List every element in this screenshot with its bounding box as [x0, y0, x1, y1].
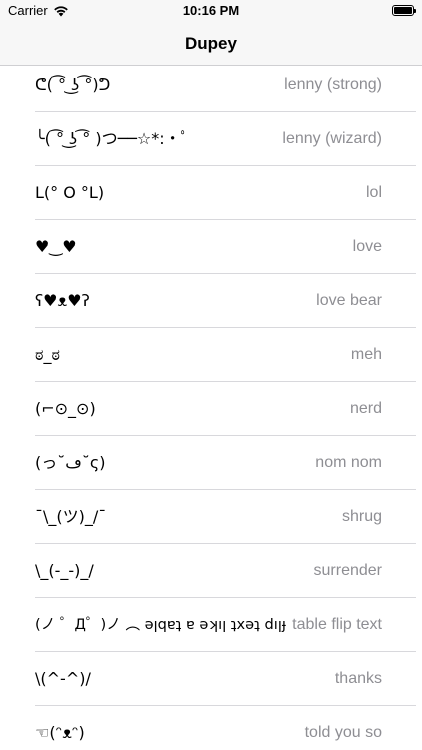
list-item[interactable]: ¯\_(ツ)_/¯ shrug [0, 490, 422, 544]
list-item[interactable]: \(^-^)/ thanks [0, 652, 422, 706]
list-item[interactable]: ♥‿♥ love [0, 220, 422, 274]
list-item[interactable]: ಠ_ಠ meh [0, 328, 422, 382]
clock: 10:16 PM [182, 3, 240, 18]
list-item[interactable]: ☜(ᵔᴥᵔ) told you so [0, 706, 422, 750]
emoticon-text: (っ˘ڡ˘ς) [35, 453, 106, 472]
navigation-bar: Dupey [0, 22, 422, 66]
list-item[interactable]: ╰( ͡° ͜ʖ ͡° )つ──☆*:・ﾟ lenny (wizard) [0, 112, 422, 166]
emoticon-name: table flip text [292, 616, 382, 633]
emoticon-name: surrender [313, 562, 382, 579]
emoticon-list[interactable]: ᕦ( ͡° ͜ʖ ͡°)ᕤ lenny (strong) ╰( ͡° ͜ʖ ͡° )… [0, 66, 422, 750]
list-item[interactable]: (ノ ゜Д゜)ノ ︵ ǝןqɐʇ ɐ ǝʞıן ʇxǝʇ dıןɟ table f… [0, 598, 422, 652]
emoticon-text: ♥‿♥ [35, 237, 77, 256]
emoticon-text: ¯\_(ツ)_/¯ [35, 507, 107, 526]
emoticon-name: nerd [349, 400, 382, 417]
emoticon-name: love bear [316, 292, 382, 309]
emoticon-text: ╰( ͡° ͜ʖ ͡° )つ──☆*:・ﾟ [35, 129, 189, 148]
list-item[interactable]: (⌐⊙_⊙) nerd [0, 382, 422, 436]
page-title: Dupey [185, 34, 237, 53]
emoticon-name: lenny (strong) [284, 76, 382, 93]
emoticon-name: told you so [304, 724, 382, 741]
emoticon-name: lol [365, 184, 382, 201]
emoticon-text: ಠ_ಠ [35, 345, 60, 364]
emoticon-name: meh [350, 346, 382, 363]
status-bar: Carrier 10:16 PM [0, 0, 422, 22]
emoticon-text: (⌐⊙_⊙) [35, 399, 96, 418]
emoticon-name: love [352, 238, 382, 255]
emoticon-name: lenny (wizard) [282, 130, 382, 147]
emoticon-text: \_(-_-)_/ [35, 561, 94, 580]
list-item[interactable]: ʕ♥ᴥ♥ʔ love bear [0, 274, 422, 328]
emoticon-text: L(° O °L) [35, 183, 105, 202]
emoticon-text: ᕦ( ͡° ͜ʖ ͡°)ᕤ [35, 75, 111, 94]
emoticon-text: \(^-^)/ [35, 669, 91, 688]
emoticon-text: ʕ♥ᴥ♥ʔ [35, 291, 90, 310]
emoticon-name: nom nom [315, 454, 382, 471]
battery-icon [392, 5, 416, 16]
list-item[interactable]: \_(-_-)_/ surrender [0, 544, 422, 598]
list-item[interactable]: (っ˘ڡ˘ς) nom nom [0, 436, 422, 490]
list-item[interactable]: L(° O °L) lol [0, 166, 422, 220]
list-item[interactable]: ᕦ( ͡° ͜ʖ ͡°)ᕤ lenny (strong) [0, 66, 422, 112]
emoticon-text: ☜(ᵔᴥᵔ) [35, 723, 85, 742]
emoticon-name: thanks [334, 670, 382, 687]
emoticon-name: shrug [341, 508, 382, 525]
emoticon-text: (ノ ゜Д゜)ノ ︵ ǝןqɐʇ ɐ ǝʞıן ʇxǝʇ dıןɟ [35, 616, 286, 633]
